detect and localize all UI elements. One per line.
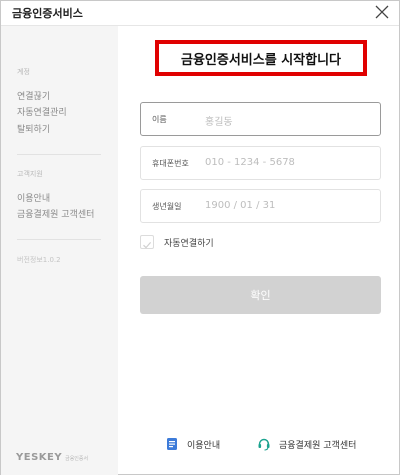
auto-connect-checkbox[interactable] xyxy=(140,235,154,249)
footer-guide-link[interactable]: 이용안내 xyxy=(165,437,220,451)
name-field[interactable]: 이름 홍길동 xyxy=(140,102,381,136)
birthdate-field-placeholder: 1900 / 01 / 31 xyxy=(205,200,276,211)
close-icon[interactable] xyxy=(373,3,391,21)
headset-icon xyxy=(258,438,270,451)
name-field-placeholder: 홍길동 xyxy=(205,117,233,128)
sidebar-divider xyxy=(17,154,101,155)
sidebar-item-customer-center[interactable]: 금융결제원 고객센터 xyxy=(17,207,94,220)
birthdate-field-label: 생년월일 xyxy=(152,202,182,211)
name-field-label: 이름 xyxy=(152,115,167,124)
sidebar-divider xyxy=(17,239,101,240)
sidebar-item-withdraw[interactable]: 탈퇴하기 xyxy=(17,122,50,135)
main-panel: 금융인증서비스를 시작합니다 이름 홍길동 휴대폰번호 010 - 1234 -… xyxy=(118,26,400,475)
brand-subtitle: 금융인증서 xyxy=(65,456,89,462)
phone-field[interactable]: 휴대폰번호 010 - 1234 - 5678 xyxy=(140,146,381,180)
page-title: 금융인증서비스를 시작합니다 xyxy=(155,40,367,76)
auto-connect-label[interactable]: 자동연결하기 xyxy=(164,236,214,249)
footer-support-link[interactable]: 금융결제원 고객센터 xyxy=(257,437,356,451)
birthdate-field[interactable]: 생년월일 1900 / 01 / 31 xyxy=(140,189,381,223)
version-info: 버전정보1.0.2 xyxy=(17,256,61,264)
title-bar: 금융인증서비스 xyxy=(1,1,399,26)
phone-field-label: 휴대폰번호 xyxy=(152,159,189,168)
sidebar-section-account: 계정 xyxy=(17,68,30,76)
sidebar-section-support: 고객지원 xyxy=(17,170,43,178)
sidebar-item-auto-connect-manage[interactable]: 자동연결관리 xyxy=(17,105,67,118)
document-icon xyxy=(167,438,177,450)
confirm-button[interactable]: 확인 xyxy=(140,276,381,314)
sidebar-item-guide[interactable]: 이용안내 xyxy=(17,191,50,204)
window-title: 금융인증서비스 xyxy=(12,7,83,20)
footer-support-label: 금융결제원 고객센터 xyxy=(279,440,357,451)
app-window: 금융인증서비스 계정 연결끊기 자동연결관리 탈퇴하기 고객지원 이용안내 금융… xyxy=(0,0,400,475)
footer-guide-label: 이용안내 xyxy=(187,440,221,451)
brand-logo: YESKEY 금융인증서 xyxy=(16,452,88,463)
brand-name: YESKEY xyxy=(16,452,63,463)
phone-field-placeholder: 010 - 1234 - 5678 xyxy=(205,157,295,168)
check-icon xyxy=(143,242,152,249)
sidebar: 계정 연결끊기 자동연결관리 탈퇴하기 고객지원 이용안내 금융결제원 고객센터… xyxy=(1,26,118,475)
sidebar-item-disconnect[interactable]: 연결끊기 xyxy=(17,89,50,102)
